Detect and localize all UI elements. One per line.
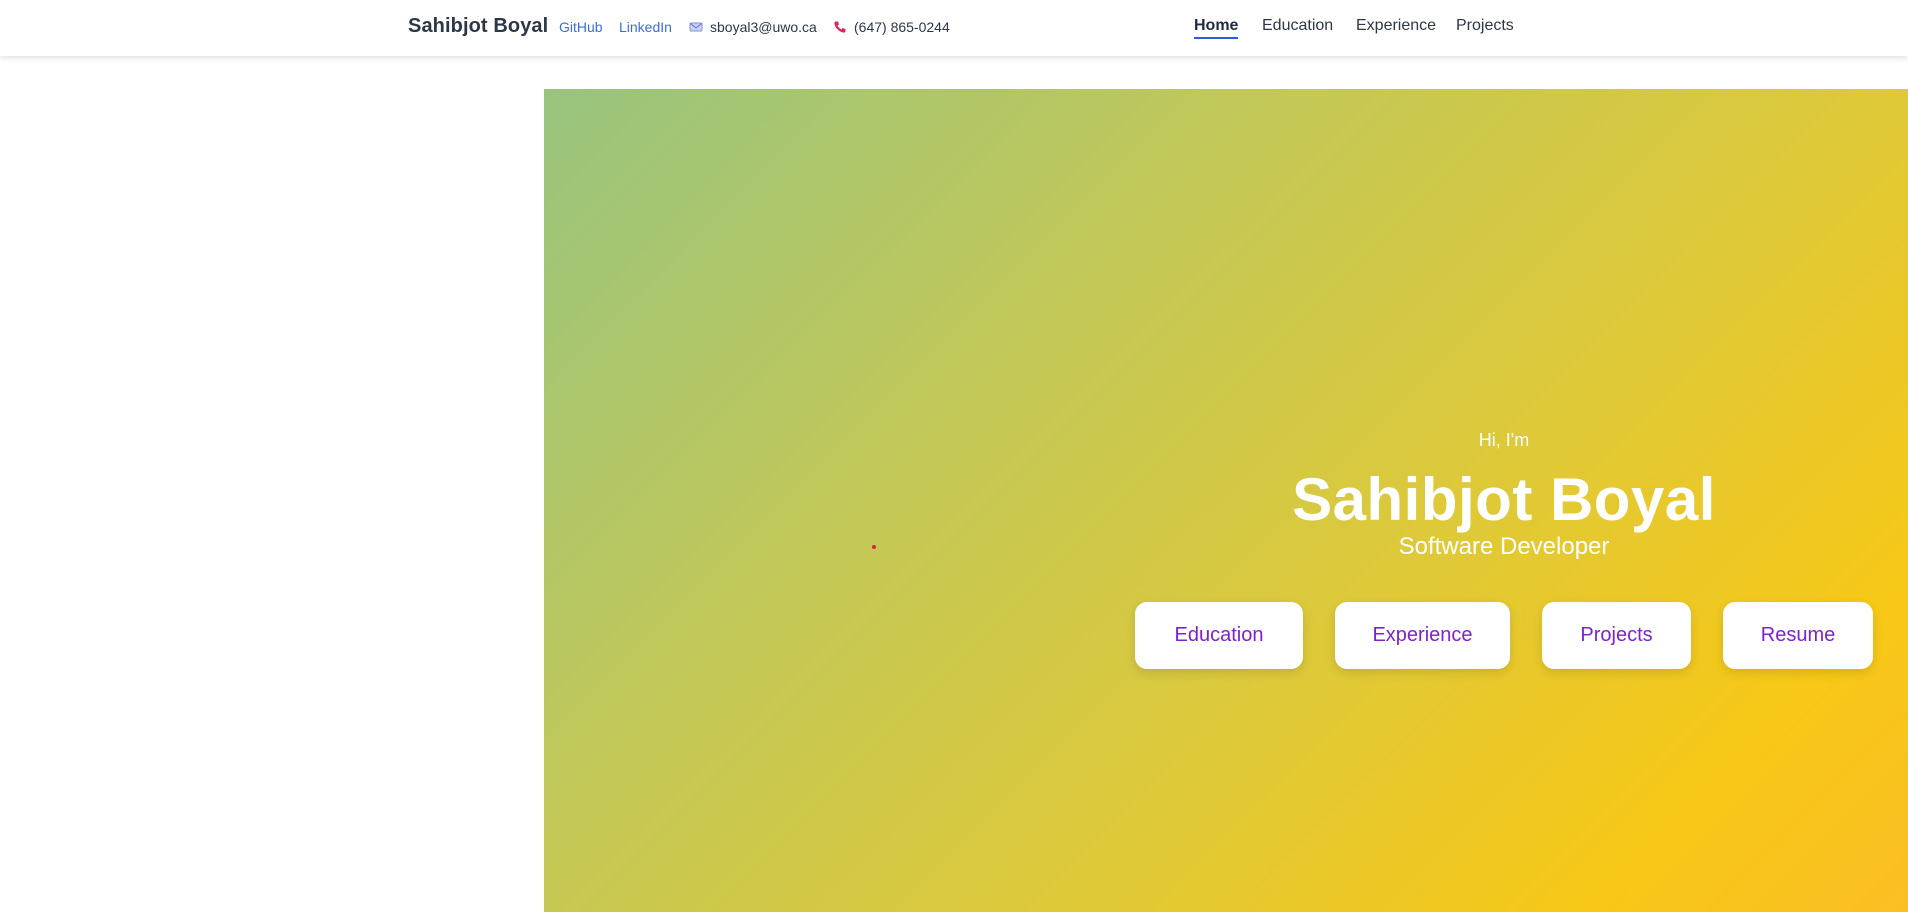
hero-name-text: Sahibjot Boyal [1292,466,1716,533]
education-button[interactable]: Education [1135,602,1303,669]
hero-role-text: Software Developer [1398,533,1610,560]
resume-button[interactable]: Resume [1723,602,1873,669]
email-contact[interactable]: sboyal3@uwo.ca [689,19,817,35]
menu-projects[interactable]: Projects [1456,17,1514,35]
envelope-icon [689,20,703,34]
phone-icon [833,20,847,34]
menu-education[interactable]: Education [1262,17,1333,35]
hero-greeting-text: Hi, I'm [1478,430,1530,450]
brand-name[interactable]: Sahibjot Boyal [408,15,548,38]
menu-experience[interactable]: Experience [1356,17,1436,35]
projects-button[interactable]: Projects [1542,602,1691,669]
hero-section: Hi, I'm Sahibjot Boyal Software Develope… [544,89,1908,912]
menu-home[interactable]: Home [1194,17,1239,39]
cursor-dot [872,545,876,549]
top-navbar: Sahibjot Boyal GitHub LinkedIn sboyal3@u… [0,0,1908,56]
experience-button[interactable]: Experience [1335,602,1510,669]
email-text: sboyal3@uwo.ca [710,19,817,35]
github-link[interactable]: GitHub [559,19,603,35]
linkedin-link[interactable]: LinkedIn [619,19,672,35]
phone-contact[interactable]: (647) 865-0244 [833,19,950,35]
phone-text: (647) 865-0244 [854,19,950,35]
